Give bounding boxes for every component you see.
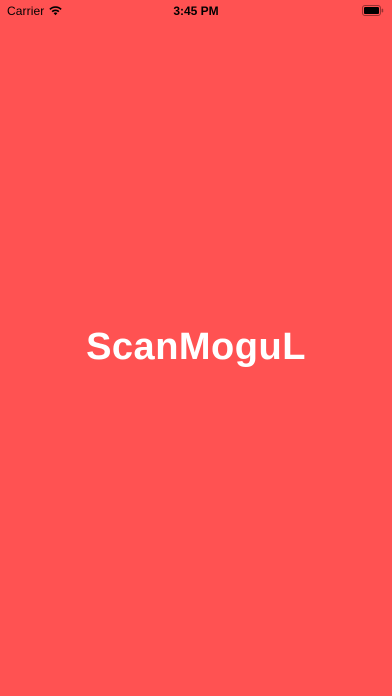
status-bar: Carrier 3:45 PM xyxy=(0,0,392,22)
app-name-title: ScanMoguL xyxy=(86,326,306,368)
battery-icon xyxy=(362,5,384,16)
splash-screen: Carrier 3:45 PM ScanMoguL xyxy=(0,0,392,696)
status-time: 3:45 PM xyxy=(173,4,219,18)
